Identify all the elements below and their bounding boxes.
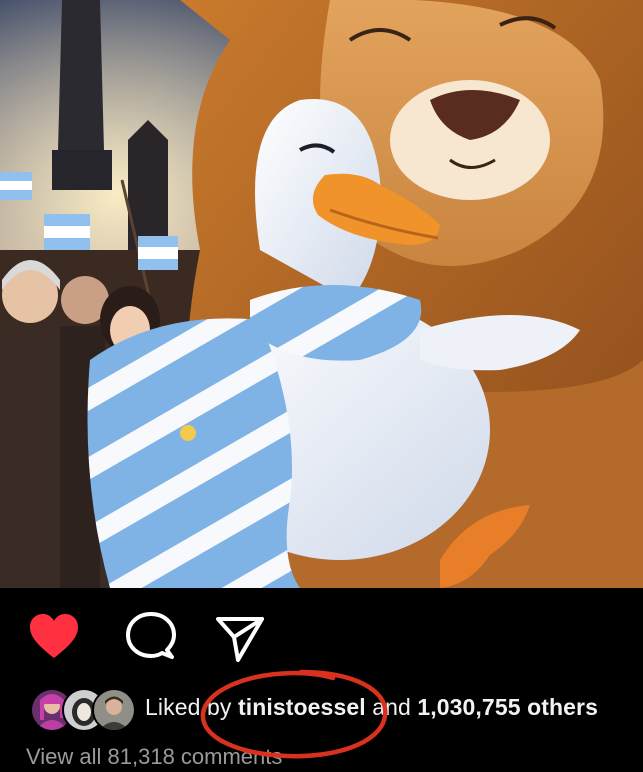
post-action-bar	[0, 600, 643, 672]
likes-summary: Liked by tinistoessel and 1,030,755 othe…	[145, 694, 598, 721]
likes-middle: and	[365, 694, 418, 720]
likes-count-link[interactable]: 1,030,755 others	[417, 694, 598, 720]
post-image[interactable]	[0, 0, 643, 588]
paper-plane-icon[interactable]	[212, 610, 268, 666]
likes-row: Liked by tinistoessel and 1,030,755 othe…	[0, 684, 643, 732]
avatar[interactable]	[92, 688, 136, 732]
view-all-comments-link[interactable]: View all 81,318 comments	[26, 744, 282, 770]
liker-avatars[interactable]	[30, 688, 138, 732]
instagram-post: Liked by tinistoessel and 1,030,755 othe…	[0, 0, 643, 772]
heart-filled-icon[interactable]	[26, 610, 82, 666]
speech-bubble-icon[interactable]	[123, 610, 179, 666]
liker-username-link[interactable]: tinistoessel	[238, 694, 366, 720]
likes-prefix: Liked by	[145, 694, 238, 720]
